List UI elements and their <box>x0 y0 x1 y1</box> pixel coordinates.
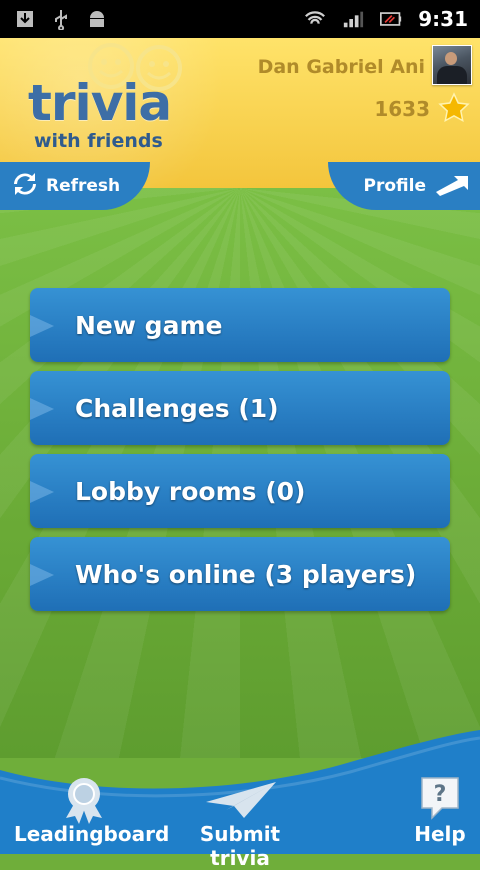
arrow-right-icon <box>434 172 470 201</box>
challenges-button[interactable]: Challenges (1) <box>30 371 450 445</box>
leaderboard-button[interactable]: Leadingboard <box>14 822 169 846</box>
menu-item-label: Lobby rooms (0) <box>75 476 306 506</box>
menu-item-label: Challenges (1) <box>75 393 279 423</box>
new-game-button[interactable]: New game <box>30 288 450 362</box>
logo-title: trivia <box>28 74 172 132</box>
status-bar: 9:31 <box>0 0 480 38</box>
medal-icon[interactable] <box>60 774 108 824</box>
bottom-bar: Leadingboard Submit trivia ? Help <box>0 730 480 870</box>
user-name[interactable]: Dan Gabriel Ani <box>258 56 425 78</box>
refresh-icon <box>12 171 38 202</box>
profile-button[interactable]: Profile <box>328 162 480 210</box>
lobby-rooms-button[interactable]: Lobby rooms (0) <box>30 454 450 528</box>
android-debug-icon <box>86 8 108 30</box>
logo-subtitle: with friends <box>34 130 163 152</box>
whos-online-button[interactable]: Who's online (3 players) <box>30 537 450 611</box>
signal-icon <box>342 8 364 30</box>
menu-item-label: Who's online (3 players) <box>75 559 417 589</box>
submit-trivia-button[interactable]: Submit trivia <box>170 822 310 870</box>
refresh-label: Refresh <box>46 176 121 196</box>
usb-icon <box>50 8 72 30</box>
download-icon <box>14 8 36 30</box>
chevron-right-icon <box>30 564 54 586</box>
chevron-right-icon <box>30 481 54 503</box>
help-icon[interactable]: ? <box>418 774 462 820</box>
chevron-right-icon <box>30 398 54 420</box>
main-menu: New game Challenges (1) Lobby rooms (0) … <box>30 288 450 620</box>
wifi-icon <box>304 8 326 30</box>
clock: 9:31 <box>418 7 468 31</box>
user-score: 1633 <box>374 97 430 121</box>
app-logo: trivia with friends <box>28 40 208 155</box>
svg-text:?: ? <box>434 782 447 807</box>
help-button[interactable]: Help <box>410 822 470 846</box>
battery-icon <box>380 8 402 30</box>
chevron-right-icon <box>30 315 54 337</box>
star-icon <box>438 92 470 123</box>
avatar[interactable] <box>432 45 472 85</box>
profile-label: Profile <box>363 176 426 196</box>
menu-item-label: New game <box>75 310 223 340</box>
paper-plane-icon[interactable] <box>204 780 278 820</box>
